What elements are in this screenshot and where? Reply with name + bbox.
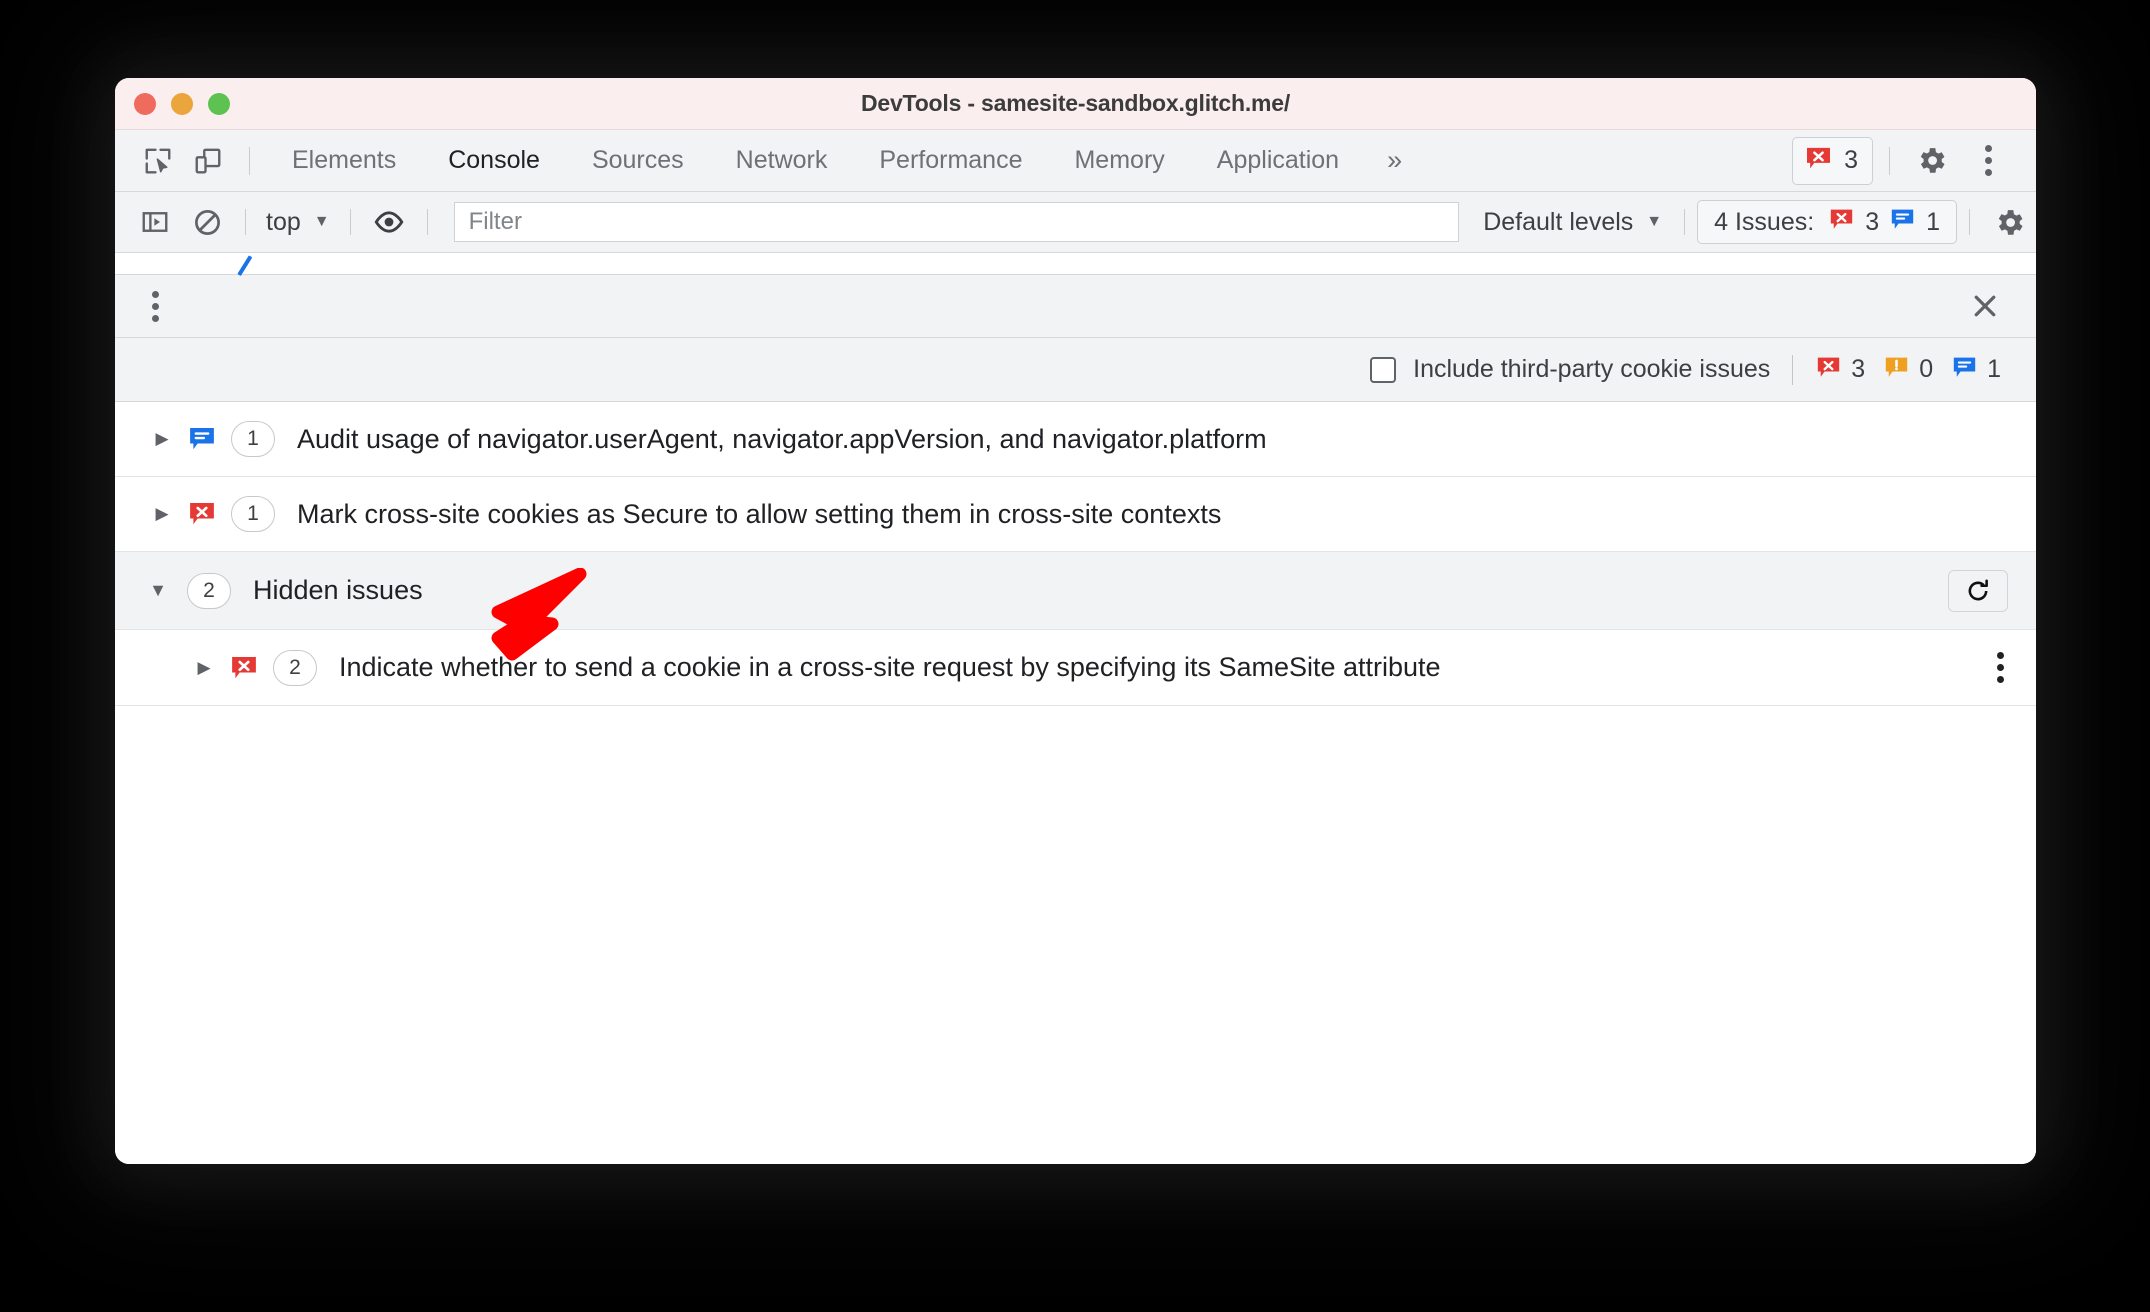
log-level-selector[interactable]: Default levels ▼: [1473, 208, 1672, 237]
issues-pill-label: 4 Issues:: [1714, 207, 1815, 236]
console-filter-toolbar: top ▼ Filter Default levels ▼ 4 Issues:: [115, 192, 2036, 253]
window-title: DevTools - samesite-sandbox.glitch.me/: [860, 90, 1291, 116]
inspect-element-icon[interactable]: [133, 138, 183, 184]
collapse-triangle-icon[interactable]: ▼: [145, 580, 171, 601]
issues-pill-info-count: 1: [1926, 207, 1940, 236]
include-third-party-label: Include third-party cookie issues: [1413, 355, 1771, 383]
warning-count-value: 0: [1919, 355, 1934, 383]
include-third-party-checkbox[interactable]: [1370, 356, 1397, 383]
filterbar-divider-1: [245, 209, 246, 235]
tab-performance[interactable]: Performance: [853, 146, 1048, 175]
drawer-menu-icon[interactable]: [125, 281, 185, 331]
close-icon[interactable]: [1964, 285, 2006, 327]
issue-title: Indicate whether to send a cookie in a c…: [339, 652, 1441, 682]
error-icon: [1828, 206, 1855, 238]
filter-input[interactable]: Filter: [453, 202, 1460, 242]
traffic-lights: [134, 92, 230, 115]
error-count-pill[interactable]: 3: [1792, 136, 1873, 185]
expand-triangle-icon[interactable]: ▶: [149, 504, 175, 524]
hidden-issues-group-header[interactable]: ▼ 2 Hidden issues: [115, 552, 2036, 630]
warning-icon: [1883, 354, 1910, 386]
tab-network[interactable]: Network: [710, 146, 854, 175]
filterbar-divider-5: [1969, 209, 1970, 235]
error-icon: [1804, 144, 1833, 178]
tabbar-divider: [249, 146, 250, 175]
more-tabs-icon[interactable]: »: [1365, 145, 1422, 176]
hidden-issues-label: Hidden issues: [253, 575, 423, 605]
issue-row-menu-icon[interactable]: [1997, 652, 2004, 683]
hidden-issue-row[interactable]: ▶ 2 Indicate whether to send a cookie in…: [115, 630, 2036, 706]
third-party-divider: [1792, 354, 1794, 385]
tab-application[interactable]: Application: [1191, 146, 1365, 175]
third-party-cookie-filter-row: Include third-party cookie issues 3 0 1: [115, 338, 2036, 402]
issue-counts: 3 0 1: [1815, 354, 2010, 386]
issue-title: Audit usage of navigator.userAgent, navi…: [297, 423, 1267, 454]
minimize-window-button[interactable]: [171, 92, 193, 115]
console-prompt-caret-icon: [237, 255, 253, 277]
issues-pill-error-count: 3: [1865, 207, 1880, 236]
issues-empty-area: [115, 706, 2036, 1164]
device-toolbar-icon[interactable]: [183, 138, 233, 184]
chevron-down-icon: ▼: [1646, 213, 1663, 230]
tabbar-right-divider: [1889, 146, 1890, 175]
console-sidebar-icon[interactable]: [129, 200, 181, 244]
expand-triangle-icon[interactable]: ▶: [191, 658, 217, 678]
devtools-window: DevTools - samesite-sandbox.glitch.me/ E…: [115, 78, 2036, 1164]
issue-row[interactable]: ▶ 1 Audit usage of navigator.userAgent, …: [115, 402, 2036, 477]
panel-tabs: Elements Console Sources Network Perform…: [266, 145, 1422, 176]
clear-console-icon[interactable]: [181, 200, 233, 244]
issue-row[interactable]: ▶ 1 Mark cross-site cookies as Secure to…: [115, 477, 2036, 552]
info-count-value: 1: [1987, 355, 2001, 383]
chevron-down-icon: ▼: [313, 213, 330, 230]
error-icon: [187, 499, 217, 529]
tab-sources[interactable]: Sources: [566, 146, 710, 175]
info-icon: [1889, 206, 1916, 238]
error-count-value: 3: [1851, 355, 1866, 383]
refresh-icon[interactable]: [1948, 569, 2008, 612]
live-expression-icon[interactable]: [363, 200, 415, 244]
gear-icon[interactable]: [1906, 138, 1956, 184]
filterbar-divider-3: [426, 209, 428, 235]
tabbar-right-actions: 3: [1792, 136, 2036, 186]
log-level-label: Default levels: [1483, 207, 1634, 236]
execution-context-label: top: [266, 207, 301, 236]
expand-triangle-icon[interactable]: ▶: [149, 429, 175, 449]
hidden-issues-count-badge: 2: [187, 572, 231, 609]
close-window-button[interactable]: [134, 92, 156, 115]
issue-count-badge: 1: [231, 421, 275, 457]
error-icon: [1815, 354, 1842, 386]
filterbar-divider-4: [1684, 209, 1686, 235]
console-output-sliver: [115, 253, 2036, 277]
execution-context-selector[interactable]: top ▼: [258, 208, 338, 237]
info-icon: [1951, 354, 1978, 386]
info-icon: [187, 424, 217, 454]
issues-drawer-header: [115, 275, 2036, 338]
screenshot-stage: DevTools - samesite-sandbox.glitch.me/ E…: [0, 0, 2150, 1312]
error-icon: [229, 653, 259, 683]
title-bar: DevTools - samesite-sandbox.glitch.me/: [115, 78, 2036, 130]
tab-elements[interactable]: Elements: [266, 146, 422, 175]
console-settings-gear-icon[interactable]: [1982, 206, 2036, 239]
devtools-main-menu-icon[interactable]: [1958, 136, 2018, 186]
error-count-value: 3: [1844, 146, 1858, 174]
tab-memory[interactable]: Memory: [1048, 146, 1190, 175]
tab-console[interactable]: Console: [422, 146, 566, 175]
issues-summary-pill[interactable]: 4 Issues: 3 1: [1697, 200, 1957, 244]
issue-count-badge: 1: [231, 496, 275, 532]
devtools-tabbar: Elements Console Sources Network Perform…: [115, 130, 2036, 192]
issue-title: Mark cross-site cookies as Secure to all…: [297, 498, 1222, 529]
issue-count-badge: 2: [273, 649, 317, 686]
zoom-window-button[interactable]: [208, 92, 230, 115]
filterbar-divider-2: [349, 209, 351, 235]
